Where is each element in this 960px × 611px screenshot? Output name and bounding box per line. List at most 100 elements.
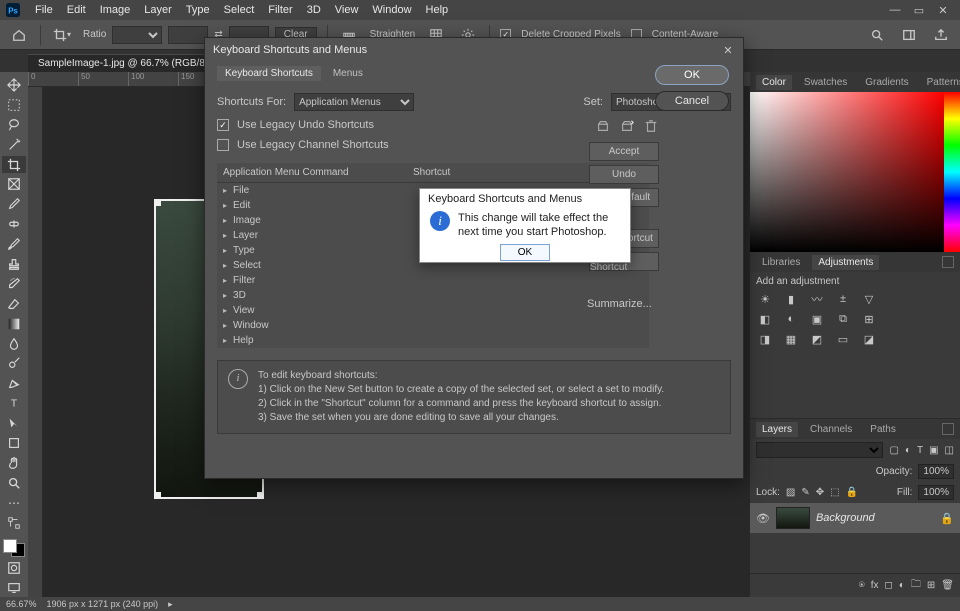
hue-icon[interactable]: ◧	[756, 311, 774, 327]
legacy-undo-checkbox[interactable]: ✓	[217, 119, 229, 131]
eye-icon[interactable]: 👁	[756, 512, 770, 525]
filter-pixel-icon[interactable]: ▢	[889, 445, 898, 456]
lock-all-icon[interactable]: 🔒	[846, 487, 858, 498]
lock-pos-icon[interactable]: ✥	[816, 487, 824, 498]
gradient-tool-icon[interactable]	[2, 315, 26, 333]
group-icon[interactable]: 🗀	[911, 577, 921, 594]
link-icon[interactable]: ⍟	[859, 580, 865, 591]
tab-patterns[interactable]: Patterns	[921, 75, 960, 90]
type-tool-icon[interactable]: T	[2, 394, 26, 412]
invert-icon[interactable]: ◨	[756, 331, 774, 347]
brightness-icon[interactable]: ☀	[756, 291, 774, 307]
color-swatches[interactable]	[3, 539, 25, 557]
menu-file[interactable]: File	[28, 4, 60, 16]
brush-tool-icon[interactable]	[2, 235, 26, 253]
eraser-tool-icon[interactable]	[2, 295, 26, 313]
tab-channels[interactable]: Channels	[804, 422, 858, 437]
path-tool-icon[interactable]	[2, 414, 26, 432]
quickmask-icon[interactable]	[2, 559, 26, 577]
tab-gradients[interactable]: Gradients	[859, 75, 914, 90]
lock-trans-icon[interactable]: ▨	[786, 487, 795, 498]
crop-tool-active-icon[interactable]	[2, 156, 26, 174]
lasso-tool-icon[interactable]	[2, 116, 26, 134]
doc-info[interactable]: 1906 px x 1271 px (240 ppi)	[47, 599, 159, 609]
crop-handle-w[interactable]	[154, 338, 155, 360]
new-layer-icon[interactable]: ⊞	[927, 580, 935, 591]
panel-menu-icon-2[interactable]	[942, 256, 954, 268]
dialog-close-icon[interactable]: ✕	[721, 43, 735, 57]
hand-tool-icon[interactable]	[2, 454, 26, 472]
shape-tool-icon[interactable]	[2, 434, 26, 452]
workspace-icon[interactable]	[898, 24, 920, 46]
heal-tool-icon[interactable]	[2, 215, 26, 233]
blend-mode-select[interactable]	[756, 442, 883, 458]
tab-shortcuts[interactable]: Keyboard Shortcuts	[217, 66, 321, 81]
filter-shape-icon[interactable]: ▣	[929, 445, 938, 456]
move-tool-icon[interactable]	[2, 76, 26, 94]
bw-icon[interactable]: ◐	[782, 311, 800, 327]
ratio-w-input[interactable]	[168, 26, 208, 44]
photo-filter-icon[interactable]: ▣	[808, 311, 826, 327]
fg-color-swatch[interactable]	[3, 539, 17, 553]
filter-smart-icon[interactable]: ◫	[945, 445, 954, 456]
lock-paint-icon[interactable]: ✎	[801, 487, 809, 498]
gradient-map-icon[interactable]: ▭	[834, 331, 852, 347]
hue-slider[interactable]	[944, 92, 960, 252]
lock-icon[interactable]: 🔒	[940, 512, 954, 525]
history-brush-icon[interactable]	[2, 275, 26, 293]
delete-set-icon[interactable]	[643, 118, 659, 134]
screen-mode-icon[interactable]	[2, 579, 26, 597]
accept-button[interactable]: Accept	[589, 142, 659, 161]
adj-layer-icon[interactable]: ◐	[899, 580, 905, 591]
menu-edit[interactable]: Edit	[60, 4, 93, 16]
undo-button[interactable]: Undo	[589, 165, 659, 184]
wand-tool-icon[interactable]	[2, 136, 26, 154]
opacity-value[interactable]: 100%	[918, 464, 954, 479]
menu-window[interactable]: Window	[365, 4, 418, 16]
layer-thumbnail[interactable]	[776, 507, 810, 529]
tab-adjustments[interactable]: Adjustments	[812, 255, 879, 270]
stamp-tool-icon[interactable]	[2, 255, 26, 273]
menu-select[interactable]: Select	[217, 4, 262, 16]
alert-ok-button[interactable]: OK	[500, 244, 550, 261]
tab-menus[interactable]: Menus	[325, 66, 371, 81]
eyedropper-tool-icon[interactable]	[2, 195, 26, 213]
tab-layers[interactable]: Layers	[756, 422, 798, 437]
close-app-icon[interactable]: ✕	[936, 3, 950, 17]
home-icon[interactable]	[8, 24, 30, 46]
curves-icon[interactable]: 〰	[808, 291, 826, 307]
trash-icon[interactable]: 🗑	[941, 580, 954, 591]
restore-icon[interactable]: ▭	[912, 3, 926, 17]
fill-value[interactable]: 100%	[918, 485, 954, 500]
fx-icon[interactable]: fx	[871, 580, 879, 591]
frame-tool-icon[interactable]	[2, 175, 26, 193]
crop-handle-s[interactable]	[203, 498, 225, 499]
menu-help[interactable]: Help	[419, 4, 456, 16]
lock-nest-icon[interactable]: ⬚	[830, 487, 839, 498]
filter-type-icon[interactable]: T	[917, 445, 923, 456]
menu-layer[interactable]: Layer	[137, 4, 179, 16]
crop-handle-se[interactable]	[257, 492, 264, 499]
crop-tool-icon[interactable]: ▾	[51, 24, 73, 46]
posterize-icon[interactable]: ▦	[782, 331, 800, 347]
panel-menu-icon-3[interactable]	[942, 423, 954, 435]
layer-row[interactable]: 👁 Background 🔒	[750, 503, 960, 533]
vibrance-icon[interactable]: ▽	[860, 291, 878, 307]
minimize-icon[interactable]: —	[888, 3, 902, 17]
edit-toolbar-icon[interactable]	[2, 514, 26, 532]
info-caret-icon[interactable]: ▸	[168, 599, 173, 610]
selective-color-icon[interactable]: ◪	[860, 331, 878, 347]
mask-icon[interactable]: ◻	[885, 580, 893, 591]
zoom-value[interactable]: 66.67%	[6, 599, 37, 609]
search-icon[interactable]	[866, 24, 888, 46]
exposure-icon[interactable]: ±	[834, 291, 852, 307]
save-set-icon[interactable]	[595, 118, 611, 134]
menu-filter[interactable]: Filter	[261, 4, 299, 16]
threshold-icon[interactable]: ◩	[808, 331, 826, 347]
share-icon[interactable]	[930, 24, 952, 46]
summarize-button[interactable]: Summarize...	[587, 298, 659, 310]
shortcuts-for-select[interactable]: Application Menus	[294, 93, 414, 111]
tab-libraries[interactable]: Libraries	[756, 255, 806, 270]
pen-tool-icon[interactable]	[2, 374, 26, 392]
menu-type[interactable]: Type	[179, 4, 217, 16]
